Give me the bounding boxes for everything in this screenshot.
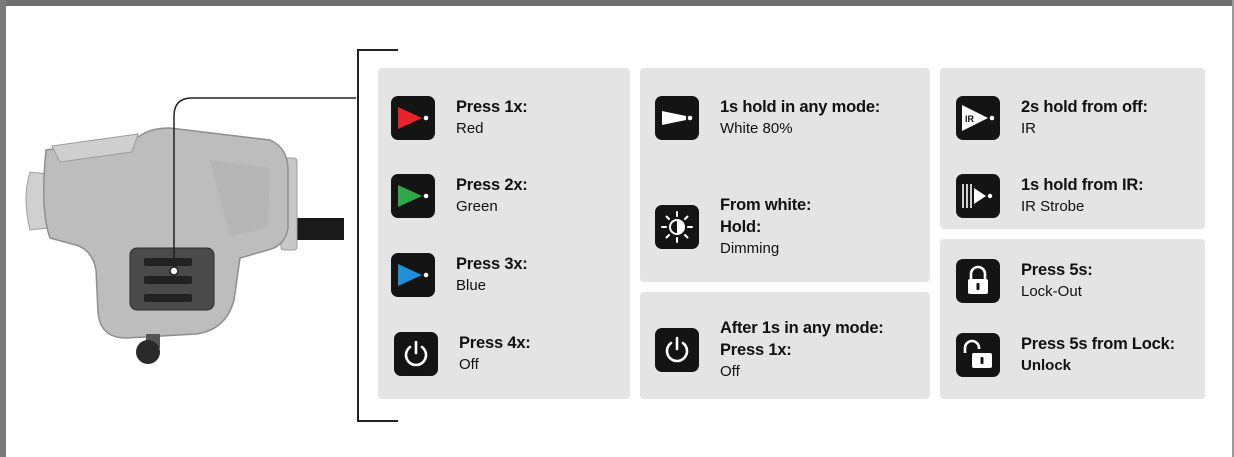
ir-icon-label: IR xyxy=(965,114,975,124)
mode-title: Press 1x: xyxy=(456,98,528,117)
mode-press-1x: Press 1x: Red xyxy=(391,96,528,140)
mode-title: After 1s in any mode: xyxy=(720,319,884,337)
mode-title: 2s hold from off: xyxy=(1021,98,1148,117)
power-icon xyxy=(655,327,699,372)
mode-result: Green xyxy=(456,197,498,215)
power-icon xyxy=(394,332,438,376)
dimming-icon xyxy=(655,204,699,249)
mode-unlock: Press 5s from Lock: Unlock xyxy=(956,333,1175,377)
mode-title: Press 2x: xyxy=(456,176,528,195)
mode-press-2x: Press 2x: Green xyxy=(391,174,528,218)
green-light-icon xyxy=(391,174,435,218)
mode-result: White 80% xyxy=(720,119,793,137)
mode-result: Off xyxy=(720,362,740,380)
mode-result: Lock-Out xyxy=(1021,282,1082,300)
mode-lock-out: Press 5s: Lock-Out xyxy=(956,259,1093,303)
white-light-icon xyxy=(655,96,699,140)
mode-title: Press 3x: xyxy=(456,255,528,274)
mode-press-3x: Press 3x: Blue xyxy=(391,253,528,297)
mode-title: Press 5s from Lock: xyxy=(1021,335,1175,354)
mode-title: Press 4x: xyxy=(459,334,531,353)
mode-result: Blue xyxy=(456,276,487,294)
mode-result: IR Strobe xyxy=(1021,197,1085,215)
mode-title: 1s hold from IR: xyxy=(1021,176,1144,195)
cable xyxy=(292,218,344,240)
screw-knob xyxy=(136,340,160,364)
mode-title: 1s hold in any mode: xyxy=(720,98,881,117)
red-light-icon xyxy=(391,96,435,140)
lock-open-icon xyxy=(956,333,1000,377)
mode-title: Press 5s: xyxy=(1021,261,1093,280)
mode-result: Off xyxy=(459,355,479,373)
blue-light-icon xyxy=(391,253,435,297)
mode-white: 1s hold in any mode: White 80% xyxy=(655,96,880,140)
leader-dot xyxy=(169,266,179,276)
mode-title-2: Hold: xyxy=(720,217,762,236)
mode-press-4x: Press 4x: Off xyxy=(394,332,531,376)
switch-ridge-1 xyxy=(144,258,192,266)
mode-title-2: Press 1x: xyxy=(720,340,792,359)
mode-result: Red xyxy=(456,119,484,137)
mode-title: From white: xyxy=(720,196,812,214)
ir-light-icon: IR xyxy=(956,96,1000,140)
switch-ridge-3 xyxy=(144,294,192,302)
mode-ir: IR 2s hold from off: IR xyxy=(956,96,1148,140)
mode-result: Unlock xyxy=(1021,356,1072,374)
mode-ir-strobe: 1s hold from IR: IR Strobe xyxy=(956,174,1144,218)
ir-strobe-icon xyxy=(956,174,1000,218)
mode-result: Dimming xyxy=(720,239,780,257)
switch-ridge-2 xyxy=(144,276,192,284)
mode-result: IR xyxy=(1021,119,1036,137)
mode-dimming: From white: Hold: Dimming xyxy=(655,195,812,258)
lock-closed-icon xyxy=(956,259,1000,303)
mode-off: After 1s in any mode: Press 1x: Off xyxy=(655,318,884,381)
